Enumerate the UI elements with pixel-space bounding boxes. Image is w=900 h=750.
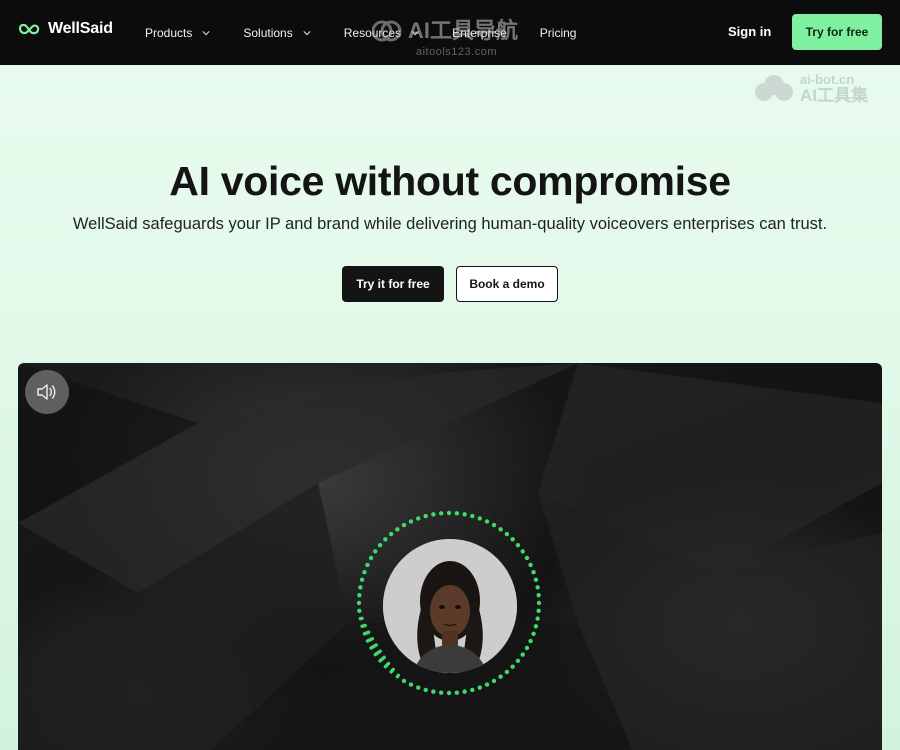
watermark-aibot: ai-bot.cn AI工具集 — [752, 72, 868, 104]
nav-item-label: Products — [145, 25, 193, 40]
wellsaid-logo-icon — [18, 23, 40, 35]
brand-name: WellSaid — [48, 20, 113, 37]
nav-item-pricing[interactable]: Pricing — [540, 26, 577, 40]
hero-subtitle: WellSaid safeguards your IP and brand wh… — [72, 215, 828, 233]
nav-item-label: Pricing — [539, 25, 577, 40]
speaker-avatar — [383, 539, 517, 673]
try-for-free-button[interactable]: Try for free — [792, 14, 882, 50]
hero-video[interactable] — [18, 363, 882, 750]
avatar-portrait-icon — [383, 539, 517, 673]
watermark-text: AI工具导航 — [408, 18, 519, 43]
nav-item-products[interactable]: Products — [145, 26, 210, 40]
try-it-for-free-button[interactable]: Try it for free — [342, 266, 444, 302]
watermark-subtext: aitools123.com — [416, 46, 497, 58]
chevron-down-icon — [202, 30, 210, 35]
nav-item-solutions[interactable]: Solutions — [243, 25, 311, 40]
book-a-demo-button[interactable]: Book a demo — [456, 266, 558, 302]
watermark-cloud-icon — [755, 75, 793, 101]
watermark-aitools: AI工具导航 aitools123.com — [372, 18, 519, 58]
watermark-text: AI工具集 — [800, 86, 868, 105]
watermark-logo-icon — [372, 20, 402, 42]
nav-item-label: Solutions — [243, 25, 293, 40]
watermark-url: ai-bot.cn — [800, 72, 855, 87]
brand-logo[interactable]: WellSaid — [18, 20, 113, 38]
speaker-icon — [37, 384, 56, 400]
hero-title: AI voice without compromise — [169, 158, 731, 204]
mute-toggle-button[interactable] — [25, 370, 69, 414]
chevron-down-icon — [303, 30, 311, 35]
sign-in-link[interactable]: Sign in — [728, 24, 771, 39]
